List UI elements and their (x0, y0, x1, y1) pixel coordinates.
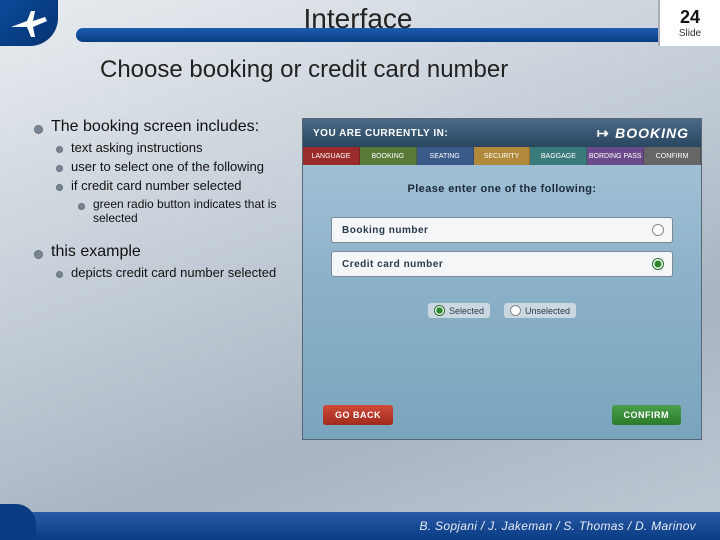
booking-screen-mockup: YOU ARE CURRENTLY IN: ↦ BOOKING LANGUAGE… (302, 118, 702, 440)
go-back-button[interactable]: GO BACK (323, 405, 393, 425)
mock-tabs: LANGUAGE BOOKING SEATING SECURITY BAGGAG… (303, 147, 701, 165)
tab-security[interactable]: SECURITY (474, 147, 531, 165)
option-credit-card-number[interactable]: Credit card number (331, 251, 673, 277)
tab-booking[interactable]: BOOKING (360, 147, 417, 165)
tab-confirm[interactable]: CONFIRM (644, 147, 701, 165)
mock-prompt: Please enter one of the following: (303, 165, 701, 209)
tab-boarding[interactable]: BORDING PASS (587, 147, 644, 165)
bullet-icon (34, 125, 43, 134)
content-text: The booking screen includes: text asking… (34, 118, 294, 284)
bullet-icon (78, 203, 85, 210)
bullet-level3: green radio button indicates that is sel… (78, 197, 294, 225)
radio-selected-icon (434, 305, 445, 316)
radio-selected-icon (652, 258, 664, 270)
slide-number: 24 (680, 7, 700, 28)
legend-label: Unselected (525, 306, 570, 316)
mock-legend: Selected Unselected (303, 303, 701, 318)
bullet-text: if credit card number selected (71, 178, 242, 193)
title-strip: Interface (58, 0, 658, 46)
option-label: Booking number (342, 225, 428, 236)
slide-number-label: Slide (679, 28, 701, 39)
bullet-level1: The booking screen includes: (34, 118, 294, 136)
bullet-icon (56, 271, 63, 278)
option-booking-number[interactable]: Booking number (331, 217, 673, 243)
radio-unselected-icon (652, 224, 664, 236)
footer-bar: B. Sopjani / J. Jakeman / S. Thomas / D.… (0, 512, 720, 540)
title-bar: Interface 24 Slide (0, 0, 720, 46)
bullet-text: depicts credit card number selected (71, 265, 276, 280)
bullet-level2: user to select one of the following (56, 159, 294, 174)
bullet-level1: this example (34, 243, 294, 261)
legend-selected: Selected (428, 303, 490, 318)
bullet-icon (56, 184, 63, 191)
slide: Interface 24 Slide Choose booking or cre… (0, 0, 720, 540)
confirm-button[interactable]: CONFIRM (612, 405, 682, 425)
bullet-icon (56, 165, 63, 172)
arrow-icon: ↦ (597, 125, 615, 142)
legend-unselected: Unselected (504, 303, 576, 318)
status-prefix: YOU ARE CURRENTLY IN: (303, 128, 458, 139)
tab-seating[interactable]: SEATING (417, 147, 474, 165)
mock-status-bar: YOU ARE CURRENTLY IN: ↦ BOOKING (303, 119, 701, 147)
bullet-level2: text asking instructions (56, 140, 294, 155)
slide-subtitle: Choose booking or credit card number (100, 56, 508, 84)
slide-number-box: 24 Slide (658, 0, 720, 46)
mock-buttons: GO BACK CONFIRM (303, 405, 701, 425)
bullet-text: The booking screen includes: (51, 118, 259, 136)
footer-authors: B. Sopjani / J. Jakeman / S. Thomas / D.… (419, 519, 696, 533)
bullet-text: this example (51, 243, 141, 261)
bullet-icon (34, 250, 43, 259)
bullet-level2: if credit card number selected (56, 178, 294, 193)
slide-title: Interface (304, 3, 413, 35)
bullet-text: user to select one of the following (71, 159, 264, 174)
option-label: Credit card number (342, 259, 443, 270)
tab-baggage[interactable]: BAGGAGE (530, 147, 587, 165)
bullet-icon (56, 146, 63, 153)
bullet-level2: depicts credit card number selected (56, 265, 294, 280)
bullet-text: text asking instructions (71, 140, 203, 155)
status-mode: BOOKING (615, 125, 701, 141)
radio-unselected-icon (510, 305, 521, 316)
legend-label: Selected (449, 306, 484, 316)
tab-language[interactable]: LANGUAGE (303, 147, 360, 165)
airplane-logo (0, 0, 58, 46)
airplane-icon (9, 7, 49, 39)
bullet-text: green radio button indicates that is sel… (93, 197, 294, 225)
